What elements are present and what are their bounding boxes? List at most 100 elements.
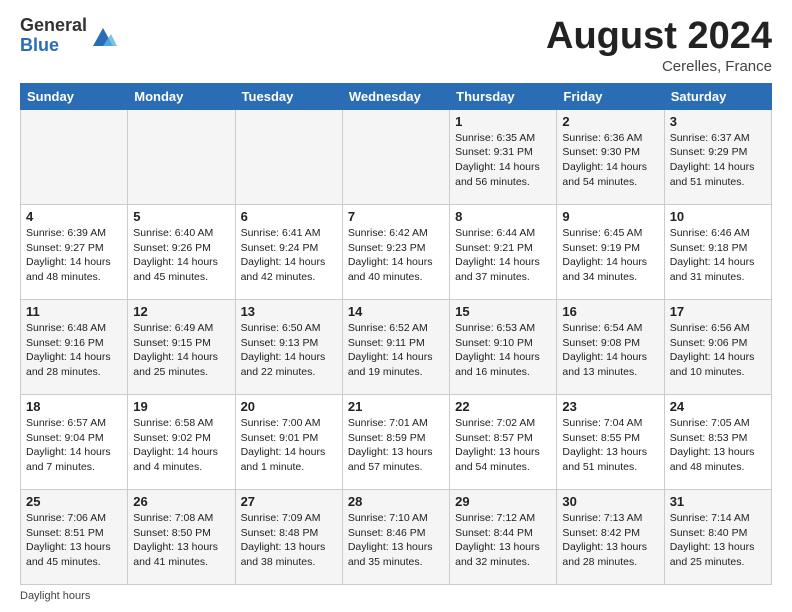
col-friday: Friday xyxy=(557,83,664,109)
logo-blue: Blue xyxy=(20,35,59,55)
day-number-24: 24 xyxy=(670,399,766,414)
day-number-27: 27 xyxy=(241,494,337,509)
day-number-9: 9 xyxy=(562,209,658,224)
logo-general: General xyxy=(20,15,87,35)
day-number-22: 22 xyxy=(455,399,551,414)
day-info-23: Sunrise: 7:04 AM Sunset: 8:55 PM Dayligh… xyxy=(562,416,658,475)
calendar-cell-1-2: 6 Sunrise: 6:41 AM Sunset: 9:24 PM Daylig… xyxy=(235,204,342,299)
day-info-5: Sunrise: 6:40 AM Sunset: 9:26 PM Dayligh… xyxy=(133,226,229,285)
day-info-26: Sunrise: 7:08 AM Sunset: 8:50 PM Dayligh… xyxy=(133,511,229,570)
calendar-cell-2-6: 17Sunrise: 6:56 AM Sunset: 9:06 PM Dayli… xyxy=(664,299,771,394)
daylight-label: Daylight hours xyxy=(20,590,90,602)
day-number-16: 16 xyxy=(562,304,658,319)
calendar-cell-3-4: 22 Sunrise: 7:02 AM Sunset: 8:57 PM Dayli… xyxy=(450,394,557,489)
logo: General Blue xyxy=(20,16,117,56)
col-saturday: Saturday xyxy=(664,83,771,109)
day-info-19: Sunrise: 6:58 AM Sunset: 9:02 PM Dayligh… xyxy=(133,416,229,475)
day-info-16: Sunrise: 6:54 AM Sunset: 9:08 PM Dayligh… xyxy=(562,321,658,380)
calendar-cell-3-2: 20 Sunrise: 7:00 AM Sunset: 9:01 PM Dayli… xyxy=(235,394,342,489)
day-number-30: 30 xyxy=(562,494,658,509)
calendar-cell-2-4: 15Sunrise: 6:53 AM Sunset: 9:10 PM Dayli… xyxy=(450,299,557,394)
day-number-28: 28 xyxy=(348,494,444,509)
week-row-3: 11Sunrise: 6:48 AM Sunset: 9:16 PM Dayli… xyxy=(21,299,772,394)
day-info-7: Sunrise: 6:42 AM Sunset: 9:23 PM Dayligh… xyxy=(348,226,444,285)
day-number-12: 12 xyxy=(133,304,229,319)
day-info-1: Sunrise: 6:35 AM Sunset: 9:31 PM Dayligh… xyxy=(455,131,551,190)
day-info-4: Sunrise: 6:39 AM Sunset: 9:27 PM Dayligh… xyxy=(26,226,122,285)
month-title: August 2024 xyxy=(546,16,772,58)
day-number-2: 2 xyxy=(562,114,658,129)
calendar-table: Sunday Monday Tuesday Wednesday Thursday… xyxy=(20,83,772,585)
calendar-cell-1-1: 5 Sunrise: 6:40 AM Sunset: 9:26 PM Daylig… xyxy=(128,204,235,299)
week-row-4: 18Sunrise: 6:57 AM Sunset: 9:04 PM Dayli… xyxy=(21,394,772,489)
calendar-cell-1-4: 8 Sunrise: 6:44 AM Sunset: 9:21 PM Daylig… xyxy=(450,204,557,299)
calendar-cell-3-6: 24 Sunrise: 7:05 AM Sunset: 8:53 PM Dayli… xyxy=(664,394,771,489)
calendar-cell-2-3: 14 Sunrise: 6:52 AM Sunset: 9:11 PM Dayli… xyxy=(342,299,449,394)
calendar-cell-0-5: 2 Sunrise: 6:36 AM Sunset: 9:30 PM Daylig… xyxy=(557,109,664,204)
day-info-29: Sunrise: 7:12 AM Sunset: 8:44 PM Dayligh… xyxy=(455,511,551,570)
calendar-cell-0-1 xyxy=(128,109,235,204)
day-number-19: 19 xyxy=(133,399,229,414)
day-info-31: Sunrise: 7:14 AM Sunset: 8:40 PM Dayligh… xyxy=(670,511,766,570)
title-section: August 2024 Cerelles, France xyxy=(546,16,772,75)
day-info-27: Sunrise: 7:09 AM Sunset: 8:48 PM Dayligh… xyxy=(241,511,337,570)
day-info-13: Sunrise: 6:50 AM Sunset: 9:13 PM Dayligh… xyxy=(241,321,337,380)
day-info-17: Sunrise: 6:56 AM Sunset: 9:06 PM Dayligh… xyxy=(670,321,766,380)
calendar-cell-4-3: 28Sunrise: 7:10 AM Sunset: 8:46 PM Dayli… xyxy=(342,489,449,584)
day-number-13: 13 xyxy=(241,304,337,319)
calendar-cell-4-6: 31 Sunrise: 7:14 AM Sunset: 8:40 PM Dayli… xyxy=(664,489,771,584)
day-info-8: Sunrise: 6:44 AM Sunset: 9:21 PM Dayligh… xyxy=(455,226,551,285)
header: General Blue August 2024 Cerelles, Franc… xyxy=(20,16,772,75)
calendar-cell-4-5: 30Sunrise: 7:13 AM Sunset: 8:42 PM Dayli… xyxy=(557,489,664,584)
calendar-cell-0-4: 1 Sunrise: 6:35 AM Sunset: 9:31 PM Daylig… xyxy=(450,109,557,204)
day-info-24: Sunrise: 7:05 AM Sunset: 8:53 PM Dayligh… xyxy=(670,416,766,475)
logo-icon xyxy=(89,22,117,50)
calendar-cell-0-2 xyxy=(235,109,342,204)
day-number-26: 26 xyxy=(133,494,229,509)
day-info-6: Sunrise: 6:41 AM Sunset: 9:24 PM Dayligh… xyxy=(241,226,337,285)
day-number-21: 21 xyxy=(348,399,444,414)
day-number-4: 4 xyxy=(26,209,122,224)
day-info-12: Sunrise: 6:49 AM Sunset: 9:15 PM Dayligh… xyxy=(133,321,229,380)
day-info-22: Sunrise: 7:02 AM Sunset: 8:57 PM Dayligh… xyxy=(455,416,551,475)
day-info-2: Sunrise: 6:36 AM Sunset: 9:30 PM Dayligh… xyxy=(562,131,658,190)
day-number-1: 1 xyxy=(455,114,551,129)
day-number-23: 23 xyxy=(562,399,658,414)
calendar-cell-0-6: 3 Sunrise: 6:37 AM Sunset: 9:29 PM Daylig… xyxy=(664,109,771,204)
day-number-7: 7 xyxy=(348,209,444,224)
calendar-cell-1-5: 9 Sunrise: 6:45 AM Sunset: 9:19 PM Daylig… xyxy=(557,204,664,299)
day-info-20: Sunrise: 7:00 AM Sunset: 9:01 PM Dayligh… xyxy=(241,416,337,475)
day-info-18: Sunrise: 6:57 AM Sunset: 9:04 PM Dayligh… xyxy=(26,416,122,475)
week-row-1: 1 Sunrise: 6:35 AM Sunset: 9:31 PM Daylig… xyxy=(21,109,772,204)
col-sunday: Sunday xyxy=(21,83,128,109)
calendar-cell-3-3: 21Sunrise: 7:01 AM Sunset: 8:59 PM Dayli… xyxy=(342,394,449,489)
calendar-header-row: Sunday Monday Tuesday Wednesday Thursday… xyxy=(21,83,772,109)
day-info-25: Sunrise: 7:06 AM Sunset: 8:51 PM Dayligh… xyxy=(26,511,122,570)
day-number-8: 8 xyxy=(455,209,551,224)
day-number-5: 5 xyxy=(133,209,229,224)
calendar-cell-4-4: 29 Sunrise: 7:12 AM Sunset: 8:44 PM Dayli… xyxy=(450,489,557,584)
col-monday: Monday xyxy=(128,83,235,109)
day-number-15: 15 xyxy=(455,304,551,319)
day-number-3: 3 xyxy=(670,114,766,129)
day-info-9: Sunrise: 6:45 AM Sunset: 9:19 PM Dayligh… xyxy=(562,226,658,285)
calendar-cell-4-2: 27 Sunrise: 7:09 AM Sunset: 8:48 PM Dayli… xyxy=(235,489,342,584)
day-number-6: 6 xyxy=(241,209,337,224)
day-number-11: 11 xyxy=(26,304,122,319)
calendar-cell-0-0 xyxy=(21,109,128,204)
logo-text: General Blue xyxy=(20,16,87,56)
calendar-cell-1-6: 10Sunrise: 6:46 AM Sunset: 9:18 PM Dayli… xyxy=(664,204,771,299)
calendar-cell-3-0: 18Sunrise: 6:57 AM Sunset: 9:04 PM Dayli… xyxy=(21,394,128,489)
calendar-cell-4-0: 25Sunrise: 7:06 AM Sunset: 8:51 PM Dayli… xyxy=(21,489,128,584)
col-thursday: Thursday xyxy=(450,83,557,109)
week-row-5: 25Sunrise: 7:06 AM Sunset: 8:51 PM Dayli… xyxy=(21,489,772,584)
day-number-31: 31 xyxy=(670,494,766,509)
day-number-20: 20 xyxy=(241,399,337,414)
day-info-3: Sunrise: 6:37 AM Sunset: 9:29 PM Dayligh… xyxy=(670,131,766,190)
day-number-29: 29 xyxy=(455,494,551,509)
day-info-14: Sunrise: 6:52 AM Sunset: 9:11 PM Dayligh… xyxy=(348,321,444,380)
calendar-cell-4-1: 26 Sunrise: 7:08 AM Sunset: 8:50 PM Dayli… xyxy=(128,489,235,584)
day-number-14: 14 xyxy=(348,304,444,319)
day-number-10: 10 xyxy=(670,209,766,224)
calendar-cell-1-0: 4 Sunrise: 6:39 AM Sunset: 9:27 PM Daylig… xyxy=(21,204,128,299)
